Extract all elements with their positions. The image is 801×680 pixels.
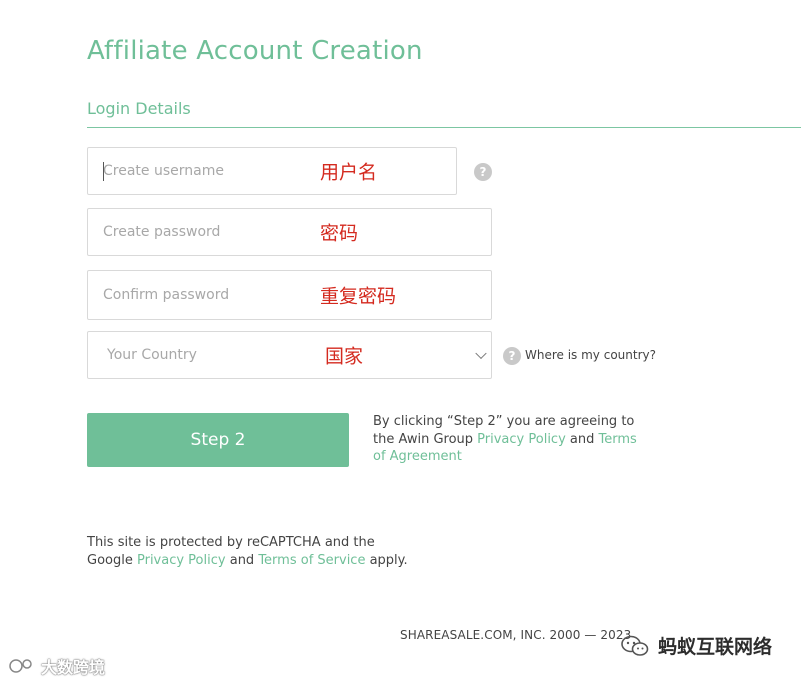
password-input[interactable] (103, 209, 303, 255)
watermark-right: 蚂蚁互联网络 (620, 632, 772, 659)
terms-notice: By clicking “Step 2” you are agreeing to… (373, 413, 643, 466)
google-privacy-link[interactable]: Privacy Policy (137, 553, 226, 568)
google-terms-link[interactable]: Terms of Service (258, 553, 365, 568)
country-select[interactable]: Your Country 国家 (87, 331, 492, 379)
username-annotation: 用户名 (320, 161, 378, 184)
section-heading: Login Details (87, 99, 191, 118)
username-input[interactable] (103, 148, 303, 194)
question-icon[interactable]: ? (503, 347, 521, 365)
question-icon[interactable]: ? (474, 163, 492, 181)
username-field[interactable]: 用户名 (87, 147, 457, 195)
country-placeholder: Your Country (107, 347, 197, 363)
country-help-link[interactable]: Where is my country? (525, 348, 656, 362)
password-field[interactable]: 密码 (87, 208, 492, 256)
privacy-policy-link[interactable]: Privacy Policy (477, 432, 566, 447)
watermark-left: 大数跨境 (8, 654, 105, 678)
confirm-password-annotation: 重复密码 (320, 285, 397, 308)
recaptcha-suffix: apply. (365, 552, 408, 568)
watermark-left-text: 大数跨境 (41, 658, 106, 677)
terms-and-text: and (565, 431, 599, 447)
text-cursor (103, 162, 104, 181)
confirm-password-field[interactable]: 重复密码 (87, 270, 492, 320)
country-annotation: 国家 (325, 345, 364, 368)
recaptcha-and-text: and (225, 552, 259, 568)
watermark-logo-icon (9, 659, 32, 673)
watermark-right-text: 蚂蚁互联网络 (658, 636, 773, 658)
footer-copyright: SHAREASALE.COM, INC. 2000 — 2023 (400, 628, 632, 642)
password-annotation: 密码 (320, 222, 359, 245)
confirm-password-input[interactable] (103, 271, 303, 319)
wechat-icon (621, 635, 649, 656)
section-divider (87, 127, 801, 128)
recaptcha-notice: This site is protected by reCAPTCHA and … (87, 534, 417, 569)
chevron-down-icon[interactable] (475, 347, 487, 360)
step-2-button[interactable]: Step 2 (87, 413, 349, 467)
page-title: Affiliate Account Creation (87, 36, 423, 66)
